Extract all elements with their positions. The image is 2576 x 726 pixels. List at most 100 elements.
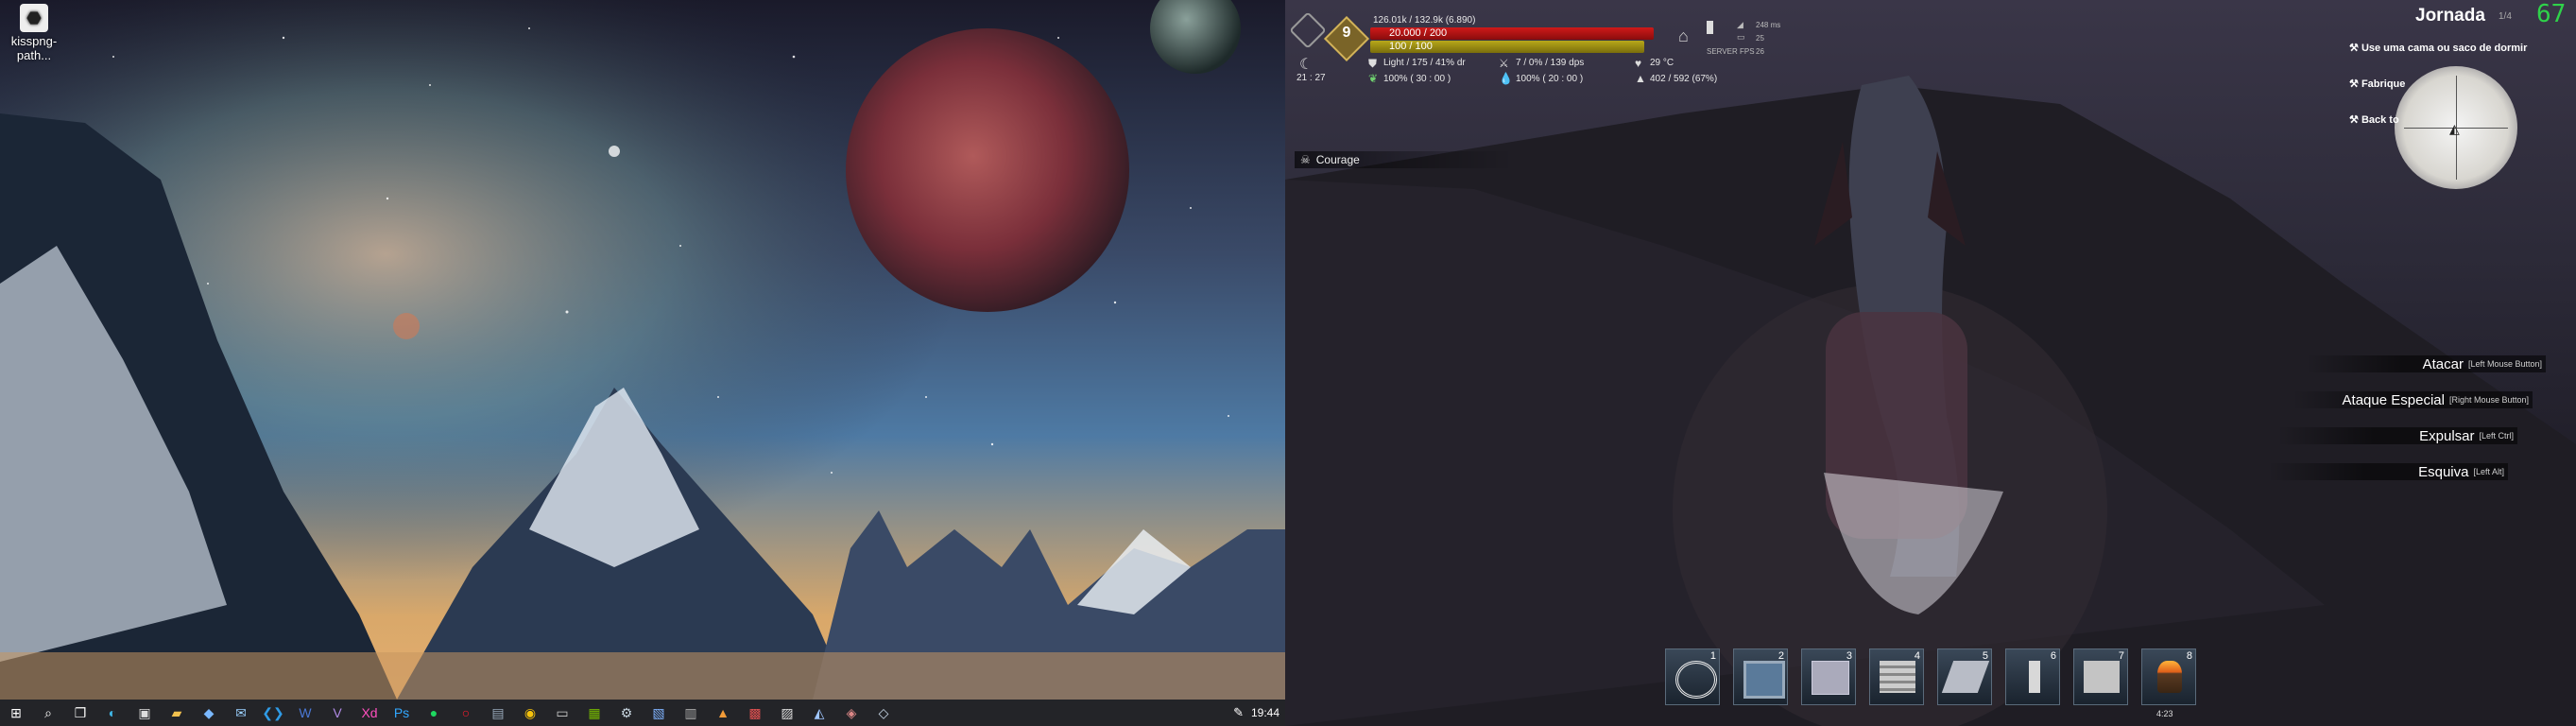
task-view-icon[interactable]: ❐ [64,700,96,726]
store-icon[interactable]: ▣ [129,700,161,726]
game-window[interactable]: 9 126.01k / 132.9k (6.890) 20.000 / 200 … [1285,0,2576,726]
edge-icon[interactable]: ◐ [96,700,129,726]
app-icon[interactable]: ▧ [643,700,675,726]
journey-item-3[interactable]: ⚒ Back to [2349,113,2399,126]
app-icon[interactable]: ◇ [867,700,900,726]
xd-icon[interactable]: Xd [353,700,386,726]
torch-icon [2157,661,2182,693]
weight-icon: ▲ [1635,72,1646,85]
stat2-icon: ▭ [1737,32,1745,42]
slot-number: 1 [1709,650,1716,662]
app-icon[interactable]: ▲ [707,700,739,726]
journey-item-label: Fabrique [2361,78,2406,90]
armor-icon: ⛊ [1368,57,1378,70]
search-icon[interactable]: ⌕ [32,700,64,726]
hammer-icon: ⚒ [2349,78,2359,90]
app-icon[interactable]: ◆ [193,700,225,726]
ping-icon: ◢ [1737,20,1743,29]
hotbar-ammo: 4:23 [2156,709,2173,718]
taskbar: ⊞ ⌕ ❐ ◐ ▣ ▰ ◆ ✉ ❮❯ W V Xd Ps ● ○ ▤ ◉ ▭ ▦… [0,700,1285,726]
vscode-icon[interactable]: ❮❯ [257,700,289,726]
battery-icon [1707,21,1713,34]
ping-text: 248 ms [1756,21,1781,29]
journey-title: Jornada [2415,6,2485,26]
mail-icon[interactable]: ✉ [225,700,257,726]
hotbar-slot-3[interactable]: 3 [1801,648,1856,705]
server-fps-label: SERVER FPS [1707,47,1755,56]
app-icon[interactable]: ▥ [675,700,707,726]
health-text: 20.000 / 200 [1389,27,1448,39]
moon-icon: ☾ [1299,57,1314,73]
pen-icon[interactable]: ✎ [1233,700,1244,726]
food-icon: ❦ [1368,72,1379,85]
steam-icon[interactable]: ⚙ [610,700,643,726]
journey-count: 1/4 [2499,11,2512,22]
journey-item-label: Use uma cama ou saco de dormir [2361,43,2528,54]
app-icon[interactable]: ▦ [578,700,610,726]
file-explorer-icon[interactable]: ▰ [161,700,193,726]
spotify-icon[interactable]: ● [418,700,450,726]
player-marker-icon: ◭ [2449,121,2460,136]
hotbar-slot-1[interactable]: 1 [1665,648,1720,705]
app-icon[interactable]: ▭ [546,700,578,726]
journey-item-1[interactable]: ⚒ Use uma cama ou saco de dormir [2349,42,2527,54]
square-foundation-icon [1675,661,1717,699]
action-label: Atacar [2422,355,2464,372]
weight-text: 402 / 592 (67%) [1650,74,1718,84]
desktop: ⬣ kisspng-path... ⊞ ⌕ ❐ ◐ ▣ ▰ ◆ ✉ ❮❯ W V… [0,0,1285,726]
desktop-shortcut[interactable]: ⬣ kisspng-path... [6,4,62,62]
app-icon[interactable]: ▨ [771,700,803,726]
water-icon: 💧 [1499,72,1513,85]
app-icon[interactable]: ▤ [482,700,514,726]
hotbar-slot-7[interactable]: 7 [2073,648,2128,705]
water-text: 100% ( 20 : 00 ) [1516,74,1584,84]
app-icon[interactable]: ◈ [835,700,867,726]
action-ataque-especial: Ataque Especial [Right Mouse Button] [2293,391,2533,408]
app-icon[interactable]: ▩ [739,700,771,726]
photoshop-icon[interactable]: Ps [386,700,418,726]
opera-icon[interactable]: ○ [450,700,482,726]
food-text: 100% ( 30 : 00 ) [1383,74,1451,84]
fence-icon [2084,661,2120,693]
hotbar-slot-6[interactable]: 6 [2005,648,2060,705]
action-esquiva: Esquiva [Left Alt] [2268,463,2508,480]
fps-counter: 67 [2536,0,2567,28]
home-icon[interactable]: ⌂ [1678,26,1689,46]
xp-text: 126.01k / 132.9k (6.890) [1373,15,1476,26]
hotbar-slot-2[interactable]: 2 [1733,648,1788,705]
buff-courage: ☠ Courage [1295,151,1508,168]
journey-item-2[interactable]: ⚒ Fabrique [2349,78,2405,90]
action-key: [Left Ctrl] [2479,431,2514,441]
taskbar-clock[interactable]: 19:44 [1251,700,1279,726]
armor-text: Light / 175 / 41% dr [1383,58,1466,68]
action-key: [Left Alt] [2473,467,2504,476]
hotbar-slot-8[interactable]: 8 [2141,648,2196,705]
app-icon[interactable]: ◭ [803,700,835,726]
hotbar-slot-5[interactable]: 5 [1937,648,1992,705]
action-label: Expulsar [2419,427,2475,444]
slot-number: 8 [2186,650,2192,662]
windows-start-icon[interactable]: ⊞ [0,700,32,726]
action-label: Ataque Especial [2342,391,2445,408]
doorframe-icon [1743,661,1785,699]
action-key: [Left Mouse Button] [2467,359,2542,369]
hammer-icon: ⚒ [2349,114,2359,126]
hammer-icon: ⚒ [2349,43,2359,54]
vs-icon[interactable]: V [321,700,353,726]
journey-item-label: Back to [2361,114,2399,126]
temperature-text: 29 °C [1650,58,1674,68]
hotbar-slot-4[interactable]: 4 [1869,648,1924,705]
ceiling-icon [1941,661,1990,693]
action-expulsar: Expulsar [Left Ctrl] [2277,427,2517,444]
slot-number: 6 [2050,650,2056,662]
server-fps-value: 26 [1756,47,1764,56]
wall-icon [1812,661,1849,695]
damage-icon: ⚔ [1499,57,1509,70]
stamina-bar: 100 / 100 [1370,41,1644,53]
minimap[interactable]: ◭ [2395,66,2517,189]
action-label: Esquiva [2418,463,2469,480]
stamina-text: 100 / 100 [1389,41,1433,52]
chrome-icon[interactable]: ◉ [514,700,546,726]
level-value: 9 [1342,25,1351,41]
word-icon[interactable]: W [289,700,321,726]
